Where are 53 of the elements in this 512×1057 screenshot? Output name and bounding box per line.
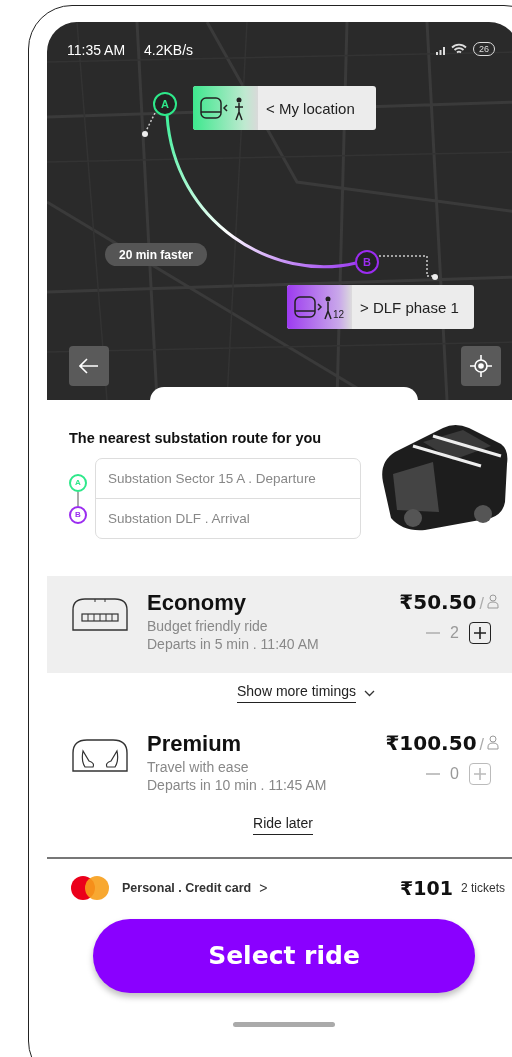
wifi-icon [451, 43, 467, 55]
ride-option[interactable]: Economy Budget friendly ride Departs in 5 min . 11:40 AM ₹50.50/ 2 [47, 576, 512, 673]
ride-description: Budget friendly ride [147, 618, 269, 634]
ride-name: Premium [147, 731, 243, 757]
per-separator: / [479, 595, 484, 613]
walk-minutes: 12 [333, 309, 345, 320]
crosshair-icon [470, 355, 492, 377]
stop-marker: B [69, 505, 87, 524]
bus-seats-icon [69, 596, 131, 632]
origin-label: < My location [266, 99, 355, 117]
ride-name: Economy [147, 590, 248, 616]
ticket-quantity: 0 [450, 765, 459, 783]
person-icon [487, 594, 499, 609]
minus-icon [426, 773, 441, 775]
per-separator: / [479, 736, 484, 754]
ride-price: ₹50.50 [399, 590, 477, 614]
person-icon [487, 735, 499, 750]
plus-icon [474, 627, 486, 639]
stop-field[interactable]: Substation DLF . Arrival [96, 498, 360, 538]
destination-label: > DLF phase 1 [360, 298, 459, 316]
leader-line [142, 113, 156, 137]
ride-price: ₹100.50 [385, 731, 477, 755]
ride-description: Travel with ease [147, 759, 250, 775]
select-ride-button[interactable]: Select ride [93, 918, 475, 993]
signal-icon [435, 44, 447, 55]
status-time: 11:35 AM [67, 42, 126, 58]
ticket-quantity: 2 [450, 624, 459, 642]
plus-icon [474, 768, 486, 780]
increase-button[interactable] [469, 622, 491, 644]
minus-icon [426, 632, 441, 634]
total-price: ₹101 [400, 876, 453, 899]
network-speed: 4.2KB/s [144, 42, 194, 58]
ticket-count: 2 tickets [461, 880, 505, 895]
chevron-down-icon [364, 689, 375, 697]
card-logo-icon [70, 874, 110, 901]
back-arrow-icon [79, 358, 99, 374]
locate-button[interactable] [461, 346, 501, 386]
departure-time: Departs in 10 min . 11:45 AM [147, 777, 328, 793]
time-saving-badge: 20 min faster [105, 243, 207, 266]
route-title: The nearest substation route for you [69, 430, 323, 446]
vehicle-walk-icon [293, 294, 333, 320]
stop-field[interactable]: Substation Sector 15 A . Departure [96, 459, 360, 498]
departure-time: Departs in 5 min . 11:40 AM [147, 636, 320, 652]
stop-marker: A [69, 473, 87, 492]
leader-line [377, 252, 439, 282]
destination-callout[interactable]: 12 > DLF phase 1 [287, 285, 474, 329]
origin-callout[interactable]: < My location [193, 86, 376, 130]
payment-method-link[interactable]: Personal . Credit card [122, 880, 252, 895]
chevron-text: > [259, 879, 268, 896]
back-button[interactable] [69, 346, 109, 386]
car-seats-icon [69, 737, 131, 773]
ride-later-link[interactable]: Ride later [253, 815, 313, 835]
show-more-timings-link[interactable]: Show more timings [236, 683, 356, 703]
